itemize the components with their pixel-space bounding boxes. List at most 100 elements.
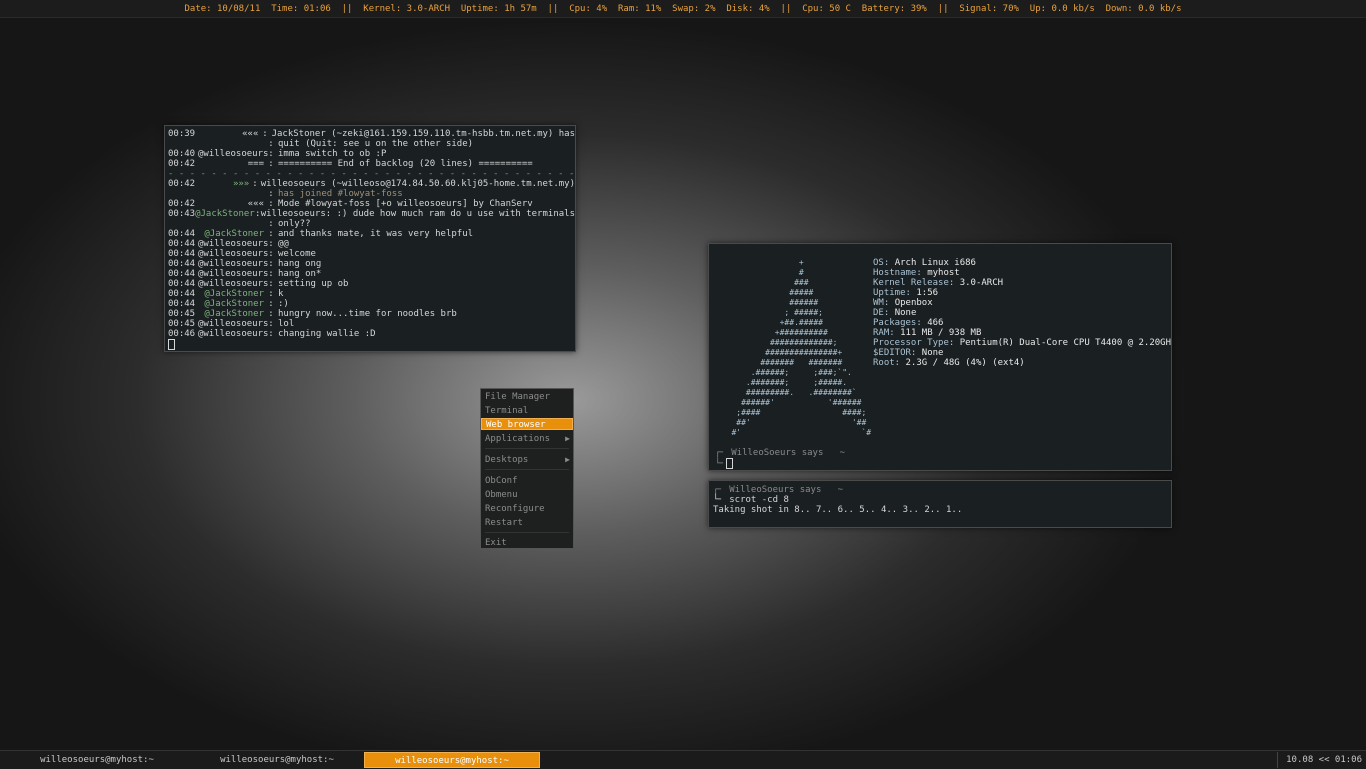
irc-separator: : xyxy=(268,269,274,279)
menu-item-obmenu[interactable]: Obmenu xyxy=(481,489,573,501)
irc-separator: : xyxy=(268,319,274,329)
irc-line: : has joined #lowyat-foss xyxy=(168,189,575,199)
prompt-corner: └╴ xyxy=(715,459,726,469)
irc-timestamp: 00:45 xyxy=(168,309,196,319)
irc-message: imma switch to ob :P xyxy=(278,149,387,159)
irc-nick: === xyxy=(247,159,264,169)
sysinfo-value: 466 xyxy=(927,318,944,328)
command-line: └╴ scrot -cd 8 xyxy=(713,495,789,505)
sysinfo-value: None xyxy=(894,308,917,318)
menu-item-web-browser[interactable]: Web browser xyxy=(481,418,573,430)
irc-message: has joined #lowyat-foss xyxy=(278,189,403,199)
openbox-root-menu: File Manager Terminal emulator Web brows… xyxy=(480,388,574,549)
irc-separator: : xyxy=(268,239,274,249)
menu-item-desktops[interactable]: Desktops ▶ xyxy=(481,454,573,466)
sysinfo-value: None xyxy=(921,348,944,358)
sysinfo-row: Kernel Release: 3.0-ARCH xyxy=(873,278,1171,288)
menu-item-terminal-emulator[interactable]: Terminal emulator xyxy=(481,405,573,428)
menu-item-file-manager[interactable]: File Manager xyxy=(481,391,573,403)
menu-separator xyxy=(485,469,569,470)
irc-line: 00:44 @willeosoeurs: hang ong xyxy=(168,259,575,269)
sysinfo-row: WM: Openbox xyxy=(873,298,1171,308)
status-bar-text: Date: 10/08/11 Time: 01:06 || Kernel: 3.… xyxy=(184,3,1182,14)
irc-message: @@ xyxy=(278,239,289,249)
irc-timestamp: 00:42 xyxy=(168,159,196,169)
irc-timestamp xyxy=(168,219,198,229)
sysinfo-row: Processor Type: Pentium(R) Dual-Core CPU… xyxy=(873,338,1172,348)
irc-input-line[interactable] xyxy=(168,339,575,350)
taskbar-item-terminal-1[interactable]: willeosoeurs@myhost:~ xyxy=(9,752,185,768)
irc-nick: @willeosoeurs xyxy=(198,279,269,289)
menu-item-applications[interactable]: Applications ▶ xyxy=(481,433,573,445)
irc-timestamp: 00:46 xyxy=(168,329,196,339)
sysinfo-row: Uptime: 1:56 xyxy=(873,288,1171,298)
irc-line: 00:44 @willeosoeurs: welcome xyxy=(168,249,575,259)
sysinfo-row: $EDITOR: None xyxy=(873,348,1171,358)
menu-item-exit[interactable]: Exit xyxy=(481,537,573,549)
irc-timestamp: 00:44 xyxy=(168,249,196,259)
sysinfo-terminal-window[interactable]: + # ### ##### ###### ; #####; +##.##### … xyxy=(708,243,1172,471)
irc-separator: : xyxy=(268,329,274,339)
prompt-input[interactable]: └╴ xyxy=(715,458,733,469)
sysinfo-value: 3.0-ARCH xyxy=(959,278,1004,288)
irc-message: and thanks mate, it was very helpful xyxy=(278,229,474,239)
irc-nick: @willeosoeurs xyxy=(198,249,269,259)
irc-line: : quit (Quit: see u on the other side) xyxy=(168,139,575,149)
irc-separator: : xyxy=(268,139,274,149)
sysinfo-value: 1:56 xyxy=(916,288,939,298)
irc-separator: : xyxy=(268,299,274,309)
irc-log: 00:39 «««: JackStoner (~zeki@161.159.159.1… xyxy=(168,129,575,339)
irc-separator: : xyxy=(268,219,274,229)
sysinfo-key: DE: xyxy=(873,308,890,318)
irc-separator: : xyxy=(268,289,274,299)
irc-separator: : xyxy=(268,279,274,289)
sysinfo-value: 111 MB / 938 MB xyxy=(900,328,982,338)
irc-line: : only?? xyxy=(168,219,575,229)
menu-item-restart[interactable]: Restart xyxy=(481,517,573,529)
irc-terminal-window[interactable]: 00:39 «««: JackStoner (~zeki@161.159.159.1… xyxy=(164,125,576,352)
sysinfo-row: Root: 2.3G / 48G (4%) (ext4) xyxy=(873,358,1171,368)
prompt-line: ┌╴ WilleoSoeurs says ~ xyxy=(715,448,846,458)
sysinfo-row: RAM: 111 MB / 938 MB xyxy=(873,328,1171,338)
menu-item-obconf[interactable]: ObConf xyxy=(481,475,573,487)
irc-separator: : xyxy=(268,189,274,199)
irc-timestamp: 00:44 xyxy=(168,279,196,289)
irc-nick: ««« xyxy=(242,129,259,139)
sysinfo-key: Hostname: xyxy=(873,268,922,278)
irc-timestamp: 00:39 xyxy=(168,129,196,139)
taskbar-item-terminal-2[interactable]: willeosoeurs@myhost:~ xyxy=(189,752,365,768)
irc-message: quit (Quit: see u on the other side) xyxy=(278,139,474,149)
sysinfo-key: Kernel Release: xyxy=(873,278,955,288)
status-bar: Date: 10/08/11 Time: 01:06 || Kernel: 3.… xyxy=(0,0,1366,18)
irc-message: willeosoeurs (~willeoso@174.84.50.60.klj… xyxy=(260,179,575,189)
menu-item-reconfigure[interactable]: Reconfigure xyxy=(481,503,573,515)
sysinfo-key: Packages: xyxy=(873,318,922,328)
irc-nick: @JackStoner xyxy=(204,289,264,299)
irc-nick: »»» xyxy=(232,179,250,189)
irc-timestamp: 00:42 xyxy=(168,199,196,209)
taskbar-item-terminal-3[interactable]: willeosoeurs@myhost:~ xyxy=(364,752,540,768)
irc-timestamp: 00:44 xyxy=(168,299,196,309)
submenu-arrow-icon: ▶ xyxy=(565,455,570,464)
irc-message: hungry now...time for noodles brb xyxy=(278,309,457,319)
irc-nick xyxy=(198,139,264,149)
irc-separator: : xyxy=(252,179,258,189)
menu-item-label: Applications xyxy=(485,434,551,444)
cursor xyxy=(725,458,733,469)
irc-message: only?? xyxy=(278,219,311,229)
irc-timestamp: 00:44 xyxy=(168,269,196,279)
irc-message: Mode #lowyat-foss [+o willeosoeurs] by C… xyxy=(278,199,533,209)
irc-line: 00:44 @willeosoeurs: setting up ob xyxy=(168,279,575,289)
scrot-terminal-window[interactable]: ┌╴ WilleoSoeurs says ~ └╴ scrot -cd 8 Ta… xyxy=(708,480,1172,528)
sysinfo-value: Pentium(R) Dual-Core CPU T4400 @ 2.20GHz xyxy=(959,338,1172,348)
irc-nick xyxy=(198,219,264,229)
irc-line: 00:46 @willeosoeurs: changing wallie :D xyxy=(168,329,575,339)
irc-line: 00:39 «««: JackStoner (~zeki@161.159.159.1… xyxy=(168,129,575,139)
irc-timestamp: 00:44 xyxy=(168,239,196,249)
sysinfo-key: $EDITOR: xyxy=(873,348,917,358)
sysinfo-key: Processor Type: xyxy=(873,338,955,348)
sysinfo-row: Packages: 466 xyxy=(873,318,1171,328)
sysinfo-key: OS: xyxy=(873,258,890,268)
irc-timestamp: 00:42 xyxy=(168,179,196,189)
irc-nick: @willeosoeurs xyxy=(198,239,269,249)
